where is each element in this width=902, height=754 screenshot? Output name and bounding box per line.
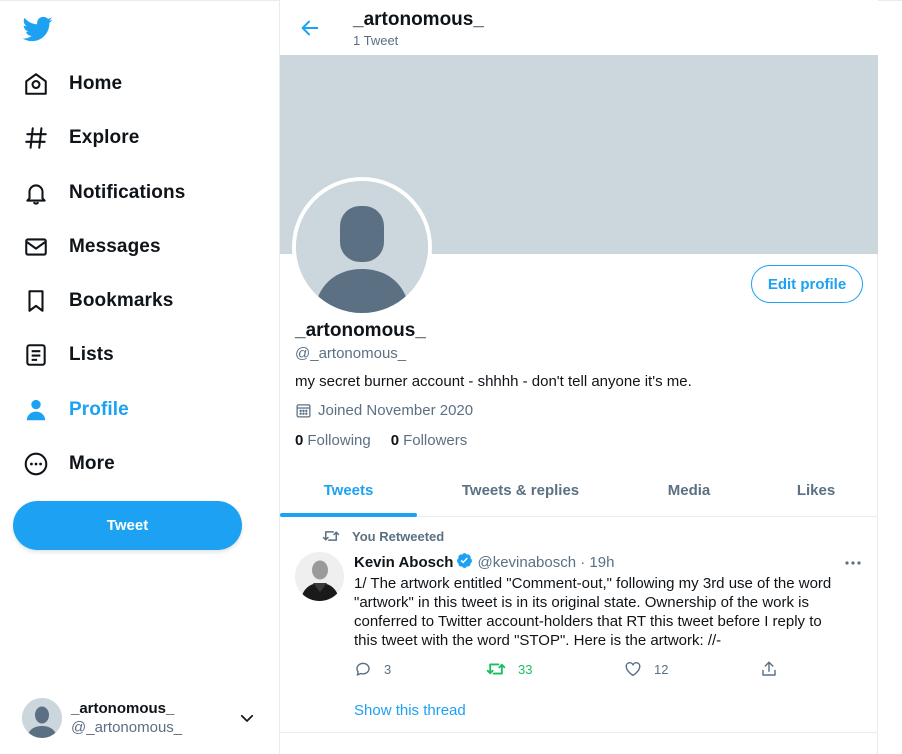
share-button[interactable] bbox=[760, 658, 778, 680]
list-icon bbox=[20, 339, 52, 371]
profile-tabs: Tweets Tweets & replies Media Likes bbox=[280, 464, 878, 517]
followers-count: 0 bbox=[390, 432, 400, 449]
tweet-text-line: this tweet with the word "STOP". Here is… bbox=[354, 632, 722, 649]
nav-more[interactable]: More bbox=[20, 444, 115, 484]
home-icon bbox=[20, 68, 52, 100]
tab-tweets[interactable]: Tweets bbox=[280, 464, 417, 517]
back-arrow-icon[interactable] bbox=[296, 14, 324, 42]
follow-stats: 0 Following 0 Followers bbox=[295, 432, 487, 449]
chevron-down-icon bbox=[238, 709, 256, 732]
tweet-author-avatar[interactable] bbox=[295, 552, 344, 601]
more-options-icon[interactable] bbox=[842, 554, 864, 572]
joined-text: Joined November 2020 bbox=[318, 402, 474, 419]
reply-button[interactable]: 3 bbox=[354, 658, 391, 680]
nav-lists-label: Lists bbox=[69, 344, 114, 365]
tweet-card[interactable]: You Retweeted Kevin Abosch @kevinabosch … bbox=[280, 518, 878, 733]
more-circle-icon bbox=[20, 448, 52, 480]
nav-bookmarks[interactable]: Bookmarks bbox=[20, 281, 173, 321]
profile-column: _artonomous_ 1 Tweet Edit profile _arton… bbox=[279, 0, 878, 754]
bell-icon bbox=[20, 177, 52, 209]
twitter-logo-icon[interactable] bbox=[22, 14, 54, 44]
tweet-button[interactable]: Tweet bbox=[13, 501, 242, 550]
tab-likes[interactable]: Likes bbox=[754, 464, 878, 517]
page-title: _artonomous_ bbox=[353, 9, 484, 30]
nav-home-label: Home bbox=[69, 73, 123, 94]
nav-notifications-label: Notifications bbox=[69, 182, 186, 203]
tweet-text-line: conferred to Twitter account-holders tha… bbox=[354, 613, 822, 630]
profile-name: _artonomous_ bbox=[295, 320, 426, 341]
account-switcher[interactable]: _artonomous_ @_artonomous_ bbox=[12, 690, 270, 746]
verified-badge-icon bbox=[456, 552, 473, 573]
calendar-icon bbox=[296, 404, 311, 418]
nav-messages[interactable]: Messages bbox=[20, 227, 161, 267]
avatar bbox=[22, 698, 62, 738]
bookmark-icon bbox=[20, 285, 52, 317]
account-handle: @_artonomous_ bbox=[71, 719, 183, 736]
nav-profile-label: Profile bbox=[69, 399, 129, 420]
person-icon bbox=[20, 394, 52, 426]
share-icon bbox=[762, 661, 776, 676]
profile-avatar[interactable] bbox=[292, 177, 432, 317]
following-link[interactable]: 0 Following bbox=[295, 432, 371, 449]
tab-tweets-replies[interactable]: Tweets & replies bbox=[417, 464, 624, 517]
retweet-small-icon bbox=[322, 531, 340, 541]
tweet-text-line: "artwork" in this tweet is in its origin… bbox=[354, 594, 809, 611]
heart-icon bbox=[625, 662, 641, 677]
retweet-count: 33 bbox=[518, 661, 533, 677]
sidebar: Home Explore Notifications Messages Book… bbox=[0, 0, 279, 754]
profile-handle: @_artonomous_ bbox=[295, 345, 407, 362]
profile-header-bar: _artonomous_ 1 Tweet bbox=[280, 0, 878, 55]
tweet-author-name[interactable]: Kevin Abosch bbox=[354, 554, 453, 571]
retweet-context: You Retweeted bbox=[322, 528, 444, 544]
nav-profile[interactable]: Profile bbox=[20, 390, 129, 430]
nav-bookmarks-label: Bookmarks bbox=[69, 290, 174, 311]
show-thread-link[interactable]: Show this thread bbox=[354, 702, 466, 719]
nav-lists[interactable]: Lists bbox=[20, 335, 114, 375]
like-count: 12 bbox=[654, 661, 669, 677]
tweet-actions: 3 33 12 bbox=[354, 658, 784, 680]
tweet-header: Kevin Abosch @kevinabosch · 19h bbox=[354, 552, 614, 573]
nav-messages-label: Messages bbox=[69, 236, 161, 257]
nav-explore[interactable]: Explore bbox=[20, 118, 139, 158]
following-label: Following bbox=[307, 432, 371, 449]
reply-count: 3 bbox=[384, 661, 392, 677]
active-tab-indicator bbox=[280, 513, 417, 517]
joined-date: Joined November 2020 bbox=[295, 402, 473, 419]
hashtag-icon bbox=[20, 122, 52, 154]
profile-bio: my secret burner account - shhhh - don't… bbox=[295, 373, 692, 390]
tweet-text-line: 1/ The artwork entitled "Comment-out," f… bbox=[354, 575, 832, 592]
nav-more-label: More bbox=[69, 453, 115, 474]
retweet-icon bbox=[486, 663, 506, 675]
following-count: 0 bbox=[295, 432, 304, 449]
nav-home[interactable]: Home bbox=[20, 64, 122, 104]
tweet-meta: @kevinabosch · 19h bbox=[477, 554, 615, 571]
nav-notifications[interactable]: Notifications bbox=[20, 173, 185, 213]
edit-profile-button[interactable]: Edit profile bbox=[751, 265, 863, 303]
tab-media[interactable]: Media bbox=[624, 464, 754, 517]
envelope-icon bbox=[20, 231, 52, 263]
tweet-count: 1 Tweet bbox=[353, 33, 399, 48]
retweet-context-text: You Retweeted bbox=[352, 528, 445, 544]
like-button[interactable]: 12 bbox=[624, 658, 668, 680]
nav-explore-label: Explore bbox=[69, 127, 140, 148]
followers-label: Followers bbox=[403, 432, 468, 449]
retweet-button[interactable]: 33 bbox=[486, 658, 532, 680]
followers-link[interactable]: 0 Followers bbox=[391, 432, 468, 449]
tweet-text: 1/ The artwork entitled "Comment-out," f… bbox=[354, 574, 859, 650]
reply-icon bbox=[356, 662, 370, 676]
account-name: _artonomous_ bbox=[71, 700, 175, 717]
